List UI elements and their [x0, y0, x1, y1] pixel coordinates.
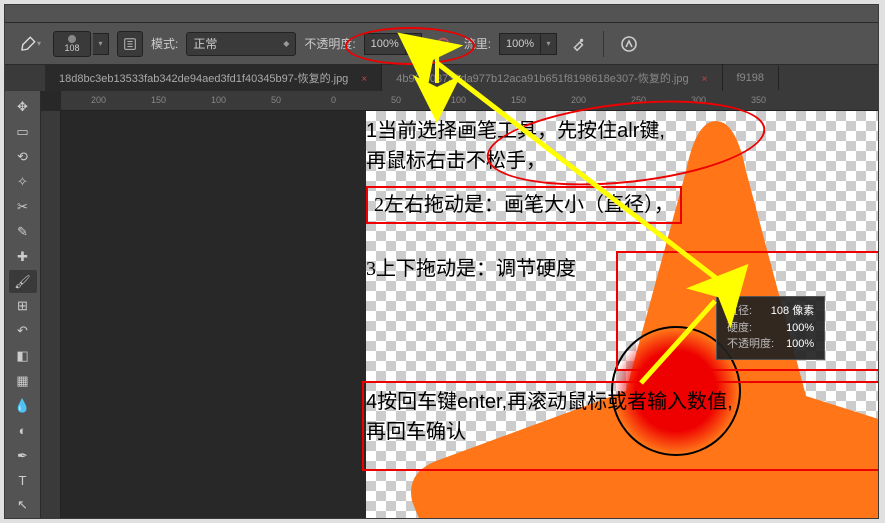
ruler-tick: 50	[391, 95, 401, 105]
healing-tool-icon[interactable]: ✚	[9, 245, 37, 268]
tab-3-label: f9198	[737, 72, 765, 84]
ruler-tick: 100	[211, 95, 226, 105]
annotation-3: 3上下拖动是：调节硬度	[366, 254, 576, 284]
document-tabs: 18d8bc3eb13533fab342de94aed3fd1f40345b97…	[5, 65, 878, 91]
tab-2-label: 4b90f603738da977b12aca91b651f8198618e307…	[396, 73, 688, 85]
airbrush-icon[interactable]	[565, 31, 591, 57]
flow-arrow[interactable]: ▾	[541, 33, 557, 55]
left-toolbar: ✥ ▭ ⟲ ✧ ✂ ✎ ✚ 🖌 ⊞ ↶ ◧ ▦ 💧 ◐ ✒ T ↖	[5, 91, 41, 518]
vertical-ruler	[41, 111, 61, 518]
menu-bar	[5, 5, 878, 23]
flow-input[interactable]: 100%	[499, 33, 541, 55]
document-tab-2[interactable]: 4b90f603738da977b12aca91b651f8198618e307…	[382, 64, 722, 92]
ruler-tick: 350	[751, 95, 766, 105]
blend-mode-value: 正常	[193, 35, 217, 52]
document-tab-1[interactable]: 18d8bc3eb13533fab342de94aed3fd1f40345b97…	[45, 64, 382, 92]
crop-tool-icon[interactable]: ✂	[9, 196, 37, 219]
horizontal-ruler: 200 150 100 50 0 50 100 150 200 250 300 …	[61, 91, 878, 111]
path-tool-icon[interactable]: ↖	[9, 494, 37, 517]
history-brush-icon[interactable]: ↶	[9, 320, 37, 343]
brush-panel-toggle[interactable]	[117, 31, 143, 57]
annotation-4-line1: 4按回车键enter,再滚动鼠标或者输入数值,	[366, 391, 733, 413]
ruler-tick: 100	[451, 95, 466, 105]
annotation-4-line2: 再回车确认	[366, 421, 466, 443]
tablet-pressure-icon[interactable]	[616, 31, 642, 57]
tab-1-close-icon[interactable]: ×	[361, 74, 367, 85]
tab-1-label: 18d8bc3eb13533fab342de94aed3fd1f40345b97…	[59, 73, 348, 85]
move-tool-icon[interactable]: ✥	[9, 96, 37, 119]
ruler-tick: 150	[511, 95, 526, 105]
ruler-tick: 50	[271, 95, 281, 105]
annotation-4: 4按回车键enter,再滚动鼠标或者输入数值, 再回车确认	[366, 387, 878, 447]
blur-tool-icon[interactable]: 💧	[9, 395, 37, 418]
gradient-tool-icon[interactable]: ▦	[9, 370, 37, 393]
brush-tool-icon[interactable]: ▾	[15, 31, 45, 57]
eyedropper-tool-icon[interactable]: ✎	[9, 220, 37, 243]
blend-mode-dropdown[interactable]: 正常 ◆	[186, 32, 296, 56]
eraser-tool-icon[interactable]: ◧	[9, 345, 37, 368]
stamp-tool-icon[interactable]: ⊞	[9, 295, 37, 318]
anno-box-3-area	[616, 251, 878, 371]
annotation-2: 2左右拖动是：画笔大小（直径），	[366, 186, 682, 224]
marquee-tool-icon[interactable]: ▭	[9, 121, 37, 144]
document-tab-3[interactable]: f9198	[723, 66, 780, 90]
ellipse-opacity	[345, 27, 475, 65]
mode-label: 模式:	[151, 35, 178, 52]
ruler-tick: 200	[571, 95, 586, 105]
brush-preset-arrow[interactable]: ▾	[93, 33, 109, 55]
canvas-area: 200 150 100 50 0 50 100 150 200 250 300 …	[41, 91, 878, 518]
wand-tool-icon[interactable]: ✧	[9, 171, 37, 194]
ruler-tick: 0	[331, 95, 336, 105]
pen-tool-icon[interactable]: ✒	[9, 444, 37, 467]
brush-size-number: 108	[64, 43, 79, 53]
ruler-tick: 200	[91, 95, 106, 105]
lasso-tool-icon[interactable]: ⟲	[9, 146, 37, 169]
type-tool-icon[interactable]: T	[9, 469, 37, 492]
ruler-tick: 150	[151, 95, 166, 105]
tab-2-close-icon[interactable]: ×	[702, 74, 708, 85]
brush-tool-icon-toolbar[interactable]: 🖌	[9, 270, 37, 293]
dodge-tool-icon[interactable]: ◐	[9, 419, 37, 442]
brush-preset-picker[interactable]: 108	[53, 31, 91, 57]
